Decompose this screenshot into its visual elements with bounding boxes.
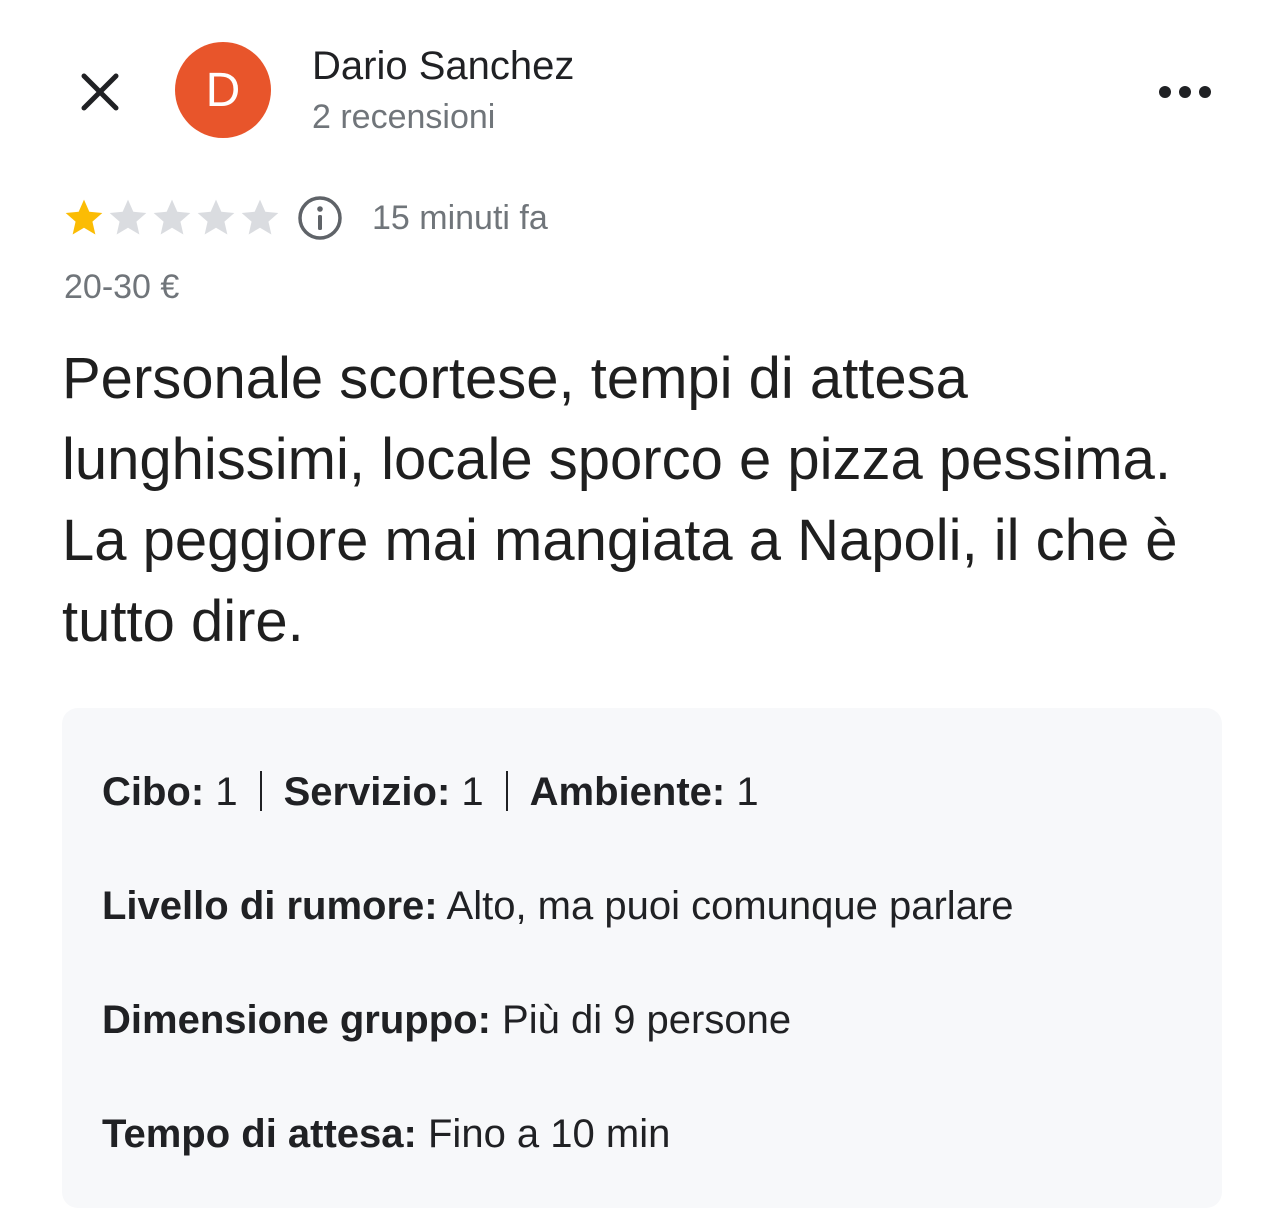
review-card: D Dario Sanchez 2 recensioni 15 minuti f… xyxy=(0,0,1284,1217)
noise-level-line: Livello di rumore: Alto, ma puoi comunqu… xyxy=(102,884,1014,929)
avatar-letter: D xyxy=(205,63,241,117)
close-icon xyxy=(81,73,119,111)
divider xyxy=(505,771,508,811)
divider xyxy=(259,771,262,811)
avatar[interactable]: D xyxy=(175,42,271,138)
noise-level-label: Livello di rumore: xyxy=(102,884,438,928)
star-rating xyxy=(62,196,282,240)
author-name[interactable]: Dario Sanchez xyxy=(312,44,574,89)
servizio-label: Servizio: xyxy=(283,770,451,814)
servizio-value: 1 xyxy=(461,770,484,814)
star-empty-icon xyxy=(197,199,235,235)
more-options-button[interactable] xyxy=(1150,72,1220,112)
wait-time-value: Fino a 10 min xyxy=(428,1112,671,1156)
ambiente-value: 1 xyxy=(736,770,759,814)
group-size-line: Dimensione gruppo: Più di 9 persone xyxy=(102,998,791,1043)
more-horizontal-icon xyxy=(1159,86,1211,98)
star-empty-icon xyxy=(109,199,147,235)
review-time: 15 minuti fa xyxy=(372,198,548,237)
review-text: Personale scortese, tempi di attesa lung… xyxy=(62,346,1178,654)
group-size-label: Dimensione gruppo: xyxy=(102,998,491,1042)
wait-time-label: Tempo di attesa: xyxy=(102,1112,417,1156)
subratings-line: Cibo: 1 Servizio: 1 Ambiente: 1 xyxy=(102,770,759,815)
rating-row: 15 minuti fa xyxy=(62,190,548,246)
review-header: D Dario Sanchez 2 recensioni xyxy=(0,0,1284,170)
wait-time-line: Tempo di attesa: Fino a 10 min xyxy=(102,1112,670,1157)
group-size-value: Più di 9 persone xyxy=(502,998,792,1042)
price-range: 20-30 € xyxy=(64,268,180,306)
author-review-count: 2 recensioni xyxy=(312,98,496,136)
cibo-label: Cibo: xyxy=(102,770,205,814)
star-empty-icon xyxy=(153,199,191,235)
cibo-value: 1 xyxy=(215,770,238,814)
review-details: Cibo: 1 Servizio: 1 Ambiente: 1 Livello di… xyxy=(62,708,1222,1208)
star-filled-icon xyxy=(65,199,103,235)
info-icon[interactable] xyxy=(296,194,344,242)
noise-level-value: Alto, ma puoi comunque parlare xyxy=(446,884,1014,928)
close-button[interactable] xyxy=(70,62,130,122)
ambiente-label: Ambiente: xyxy=(529,770,726,814)
star-empty-icon xyxy=(241,199,279,235)
